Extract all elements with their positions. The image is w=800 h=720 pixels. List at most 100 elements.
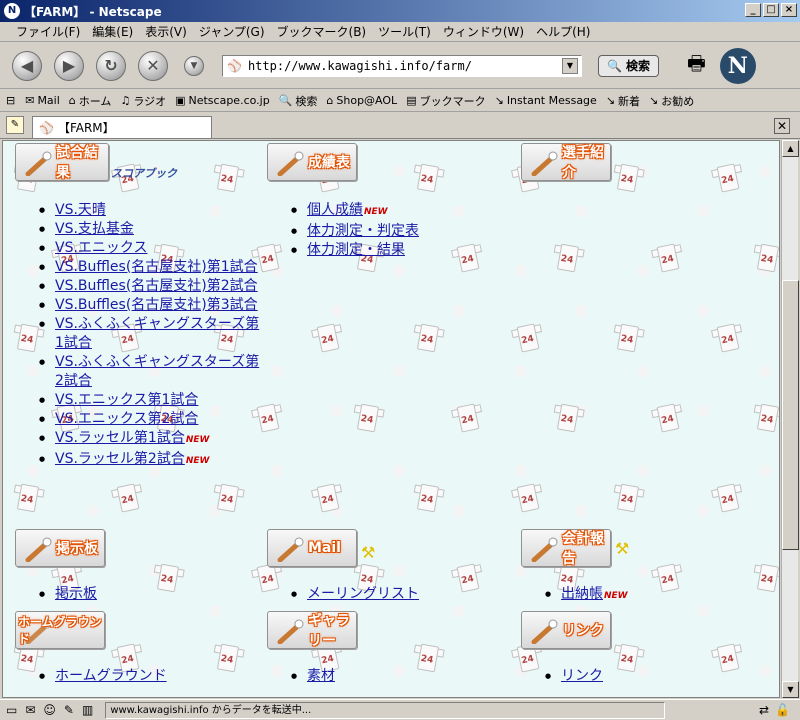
navigation-toolbar: ◀ ▶ ↻ ✕ ▼ ⚾ http://www.kawagishi.info/fa… — [0, 43, 800, 89]
menu-bookmarks[interactable]: ブックマーク(B) — [271, 23, 373, 40]
link-game-result[interactable]: VS.天晴 — [55, 202, 106, 218]
link-game-result[interactable]: VS.エニックス第1試合 — [55, 392, 198, 408]
section-button-bbs[interactable]: 掲示板 — [15, 529, 105, 567]
list-item: VS.支払基金 — [15, 220, 260, 239]
bat-ball-icon — [277, 151, 304, 176]
print-icon[interactable]: 🖶 — [687, 49, 706, 83]
stop-button[interactable]: ✕ — [138, 50, 168, 81]
section-button-mail[interactable]: Mail — [267, 529, 357, 567]
personal-mail[interactable]: ✉ Mail — [25, 94, 60, 107]
menu-go[interactable]: ジャンプ(G) — [193, 23, 271, 40]
scroll-thumb[interactable] — [782, 280, 799, 550]
menu-window[interactable]: ウィンドウ(W) — [437, 23, 530, 40]
section-button-accounting[interactable]: 会計報告 — [521, 529, 611, 567]
link-ledger[interactable]: 出納帳 — [561, 586, 603, 602]
jersey-24-icon: 24 — [310, 478, 346, 517]
section-button-home-ground[interactable]: ホームグラウンド — [15, 611, 105, 649]
section-button-game-results[interactable]: 試合結果 — [15, 143, 109, 181]
personal-bookmarks[interactable]: ▤ ブックマーク — [406, 93, 485, 109]
list-item: VS.Buffles(名古屋支社)第3試合 — [15, 296, 260, 315]
jersey-24-icon: 24 — [610, 319, 645, 358]
list-item: ホームグラウンド — [15, 667, 255, 686]
scroll-down-button[interactable]: ▼ — [782, 681, 799, 698]
link-game-result[interactable]: VS.ふくふくギャングスターズ第1試合 — [55, 316, 259, 351]
tab-farm[interactable]: ⚾ 【FARM】 — [32, 116, 212, 138]
reload-button[interactable]: ↻ — [96, 50, 126, 81]
personal-recommend-label: お勧め — [661, 94, 695, 108]
personal-home-label: ホーム — [78, 94, 112, 108]
history-dropdown-button[interactable]: ▼ — [184, 55, 204, 76]
personal-radio[interactable]: ♫ ラジオ — [120, 93, 166, 109]
tab-favicon-icon: ⚾ — [39, 120, 54, 135]
list-item: 素材 — [267, 667, 507, 686]
url-dropdown-button[interactable]: ▼ — [562, 57, 578, 74]
section-links: リンク リンク — [521, 611, 761, 686]
link-game-result[interactable]: VS.エニックス第2試合 — [55, 411, 198, 427]
menu-edit[interactable]: 編集(E) — [86, 23, 139, 40]
new-tab-icon[interactable]: ✎ — [6, 116, 24, 134]
menu-view[interactable]: 表示(V) — [139, 23, 193, 40]
section-accounting: 会計報告 ⚒ 出納帳NEW — [521, 529, 761, 606]
personal-search[interactable]: 🔍 検索 — [279, 93, 318, 109]
link-icon: ↘ — [494, 94, 504, 107]
personal-new[interactable]: ↘ 新着 — [606, 93, 640, 109]
link-game-result[interactable]: VS.Buffles(名古屋支社)第2試合 — [55, 278, 258, 294]
link-home-ground[interactable]: ホームグラウンド — [55, 668, 167, 684]
section-button-gallery[interactable]: ギャラリー — [267, 611, 357, 649]
link-mailing-list[interactable]: メーリングリスト — [307, 586, 419, 602]
section-button-links[interactable]: リンク — [521, 611, 611, 649]
link-game-result[interactable]: VS.Buffles(名古屋支社)第1試合 — [55, 259, 258, 275]
link-personal-stats[interactable]: 個人成績 — [307, 202, 363, 218]
back-button[interactable]: ◀ — [12, 50, 42, 81]
personal-netscape[interactable]: ▣ Netscape.co.jp — [175, 94, 270, 107]
vertical-scrollbar[interactable]: ▲ ▼ — [781, 140, 799, 698]
site-favicon-icon: ⚾ — [227, 58, 242, 73]
link-fitness-results[interactable]: 体力測定・結果 — [307, 242, 405, 258]
section-button-stats[interactable]: 成績表 — [267, 143, 357, 181]
new-badge: NEW — [604, 591, 628, 601]
close-tab-button[interactable]: ✕ — [774, 118, 790, 134]
minimize-button[interactable]: _ — [745, 3, 761, 17]
personal-recommend[interactable]: ↘ お勧め — [649, 93, 694, 109]
scroll-up-button[interactable]: ▲ — [782, 140, 799, 157]
new-badge: NEW — [185, 456, 210, 466]
stop-icon: ✕ — [146, 56, 160, 75]
my-netscape-icon: ▣ — [175, 94, 186, 107]
list-item: VS.エニックス — [15, 239, 260, 258]
security-lock-icon[interactable]: 🔓 — [775, 703, 790, 717]
search-button[interactable]: 🔍 検索 — [598, 54, 659, 77]
toolbar-grip-icon[interactable]: ⊟ — [6, 94, 15, 107]
personal-instant-message[interactable]: ↘ Instant Message — [495, 94, 597, 107]
menu-tools[interactable]: ツール(T) — [372, 23, 437, 40]
list-item: 体力測定・結果 — [267, 241, 507, 260]
link-bbs[interactable]: 掲示板 — [55, 586, 97, 602]
mail-icon[interactable]: ✉ — [25, 703, 35, 717]
jersey-24-icon: 24 — [310, 318, 346, 357]
address-book-icon[interactable]: ▥ — [82, 703, 93, 717]
forward-button[interactable]: ▶ — [54, 50, 84, 81]
link-fitness-table[interactable]: 体力測定・判定表 — [307, 223, 419, 239]
link-game-result[interactable]: VS.エニックス — [55, 240, 148, 256]
scorebook-link[interactable]: スコアブック — [111, 165, 177, 181]
jersey-24-icon: 24 — [650, 238, 686, 277]
link-links[interactable]: リンク — [561, 668, 603, 684]
composer-icon[interactable]: ✎ — [64, 703, 74, 717]
aim-icon[interactable]: ☺ — [43, 703, 56, 717]
section-button-players[interactable]: 選手紹介 — [521, 143, 611, 181]
link-materials[interactable]: 素材 — [307, 668, 335, 684]
maximize-button[interactable]: □ — [763, 3, 779, 17]
close-button[interactable]: × — [781, 3, 797, 17]
personal-shop[interactable]: ⌂ Shop@AOL — [326, 94, 397, 107]
gallery-list: 素材 — [267, 667, 507, 686]
navigator-icon[interactable]: ▭ — [6, 703, 17, 717]
link-game-result[interactable]: VS.ラッセル第2試合 — [55, 451, 185, 467]
menu-file[interactable]: ファイル(F) — [10, 23, 86, 40]
menu-help[interactable]: ヘルプ(H) — [530, 23, 596, 40]
link-game-result[interactable]: VS.Buffles(名古屋支社)第3試合 — [55, 297, 258, 313]
link-game-result[interactable]: VS.ふくふくギャングスターズ第2試合 — [55, 354, 259, 389]
personal-home[interactable]: ⌂ ホーム — [69, 93, 112, 109]
url-bar[interactable]: ⚾ http://www.kawagishi.info/farm/ — [222, 54, 582, 77]
netscape-logo-icon[interactable]: N — [719, 47, 756, 84]
link-game-result[interactable]: VS.支払基金 — [55, 221, 134, 237]
link-game-result[interactable]: VS.ラッセル第1試合 — [55, 430, 185, 446]
